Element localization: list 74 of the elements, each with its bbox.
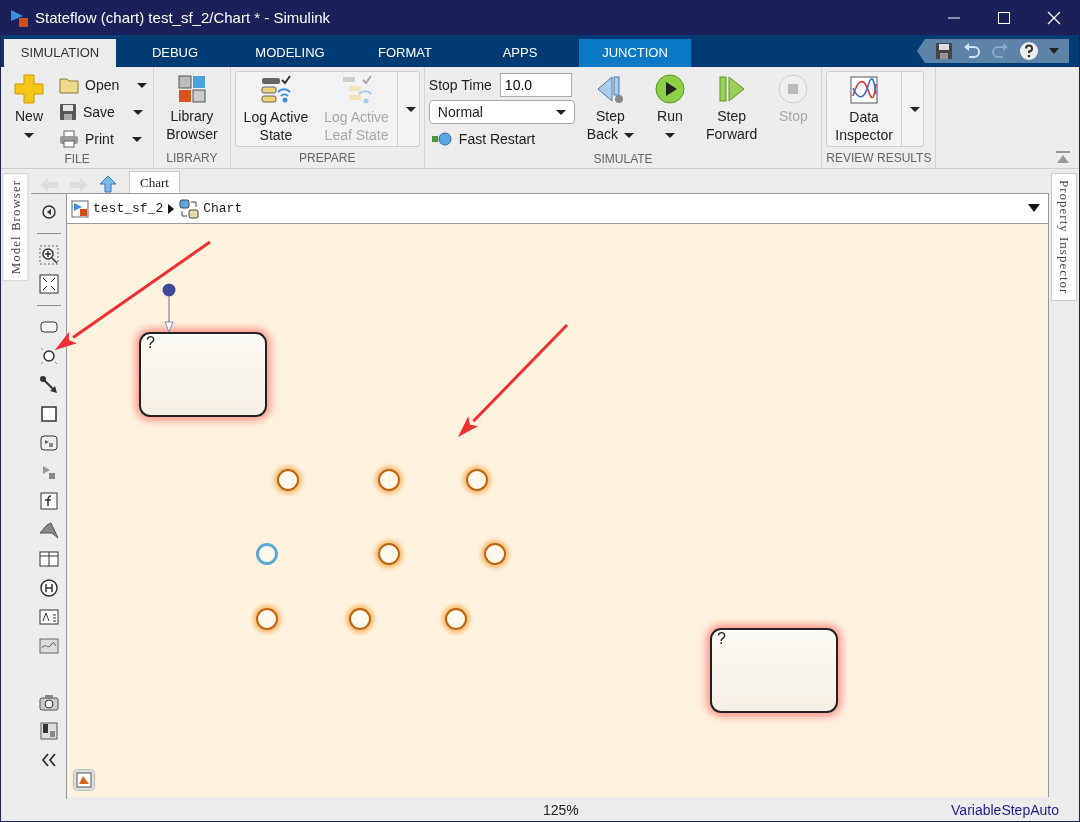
side-panel-tab[interactable]: Model Browser	[3, 173, 29, 282]
up-icon[interactable]	[99, 175, 117, 193]
image-tool-icon[interactable]	[38, 636, 59, 656]
zoom-level: 125%	[543, 800, 579, 820]
history-junction-icon[interactable]	[38, 578, 59, 598]
ribbon-button[interactable]: Library Browser	[158, 71, 226, 145]
camera-icon[interactable]	[38, 692, 59, 712]
model-icon	[71, 199, 89, 218]
fit-view-icon[interactable]	[38, 274, 59, 294]
group-title: LIBRARY	[165, 150, 219, 167]
ribbon-button[interactable]: Save	[57, 100, 150, 124]
ribbon-tab[interactable]: MODELING	[234, 39, 346, 67]
explorer-bar-icon[interactable]	[73, 769, 95, 791]
window-title: Stateflow (chart) test_sf_2/Chart * - Simulink	[35, 7, 331, 28]
library-icon	[175, 73, 208, 105]
close-icon[interactable]	[1047, 11, 1061, 25]
chart-icon	[848, 74, 881, 106]
ribbon-button[interactable]: Data Inspector	[827, 72, 901, 146]
model-data-icon[interactable]	[38, 721, 59, 741]
ribbon-tab[interactable]: SIMULATION	[4, 39, 116, 67]
log-list-icon	[259, 74, 292, 106]
side-panel-tab[interactable]: Property Inspector	[1051, 173, 1077, 302]
ribbon-button[interactable]: Fast Restart	[428, 127, 575, 151]
annotation-tool-icon[interactable]	[38, 607, 59, 627]
save-icon[interactable]	[935, 42, 953, 60]
transition-tool-icon[interactable]	[38, 375, 59, 395]
group-title: REVIEW RESULTS	[826, 150, 932, 167]
truth-table-icon[interactable]	[38, 549, 59, 569]
ribbon-button[interactable]: New	[5, 71, 53, 145]
ribbon-button[interactable]: Run	[645, 71, 694, 145]
printer-icon	[59, 130, 79, 148]
ribbon-button[interactable]: Step Back	[578, 71, 642, 145]
state-label: ?	[146, 334, 155, 352]
undo-icon[interactable]	[963, 42, 981, 60]
matlab-function-icon[interactable]	[38, 520, 59, 540]
folder-icon	[59, 76, 79, 94]
breadcrumb-link[interactable]: test_sf_2	[93, 198, 164, 219]
group-title: PREPARE	[298, 150, 357, 167]
field-label: Stop Time	[428, 75, 492, 95]
group-title: SIMULATE	[592, 151, 654, 168]
ribbon-button[interactable]: Step Forward	[697, 71, 766, 145]
help-icon[interactable]	[1019, 41, 1039, 61]
dropdown-caret-icon[interactable]	[1028, 204, 1040, 213]
zoom-in-icon[interactable]	[38, 245, 59, 265]
mode-dropdown[interactable]: Normal	[428, 100, 575, 124]
junction-tool-icon[interactable]	[38, 346, 59, 366]
app-logo-icon	[9, 8, 29, 28]
ribbon-button[interactable]: Print	[57, 127, 150, 151]
stop-icon	[777, 73, 810, 105]
function-tool-icon[interactable]	[38, 491, 59, 511]
play-icon	[653, 73, 686, 105]
state-label: ?	[717, 630, 726, 648]
ribbon-tab[interactable]: JUNCTION	[579, 39, 691, 67]
stop-time-field[interactable]: 10.0	[499, 73, 572, 97]
maximize-icon[interactable]	[997, 11, 1011, 25]
ribbon-tab[interactable]: APPS	[464, 39, 576, 67]
ribbon-button[interactable]: Log Active State	[235, 72, 317, 146]
separator-arrow-icon	[167, 202, 176, 215]
ribbon-tab[interactable]: DEBUG	[119, 39, 231, 67]
ribbon-button[interactable]: Open	[57, 73, 150, 97]
chart-icon	[179, 198, 200, 219]
editor-tab[interactable]: Chart	[129, 170, 180, 193]
caret-icon[interactable]	[1049, 48, 1059, 54]
breadcrumb-link[interactable]: Chart	[203, 198, 243, 219]
box-tool-icon[interactable]	[38, 404, 59, 424]
plus-icon	[13, 73, 45, 105]
solver-label: VariableStepAuto	[951, 800, 1059, 820]
save-icon	[59, 103, 77, 121]
group-title: FILE	[63, 151, 91, 168]
default-transition	[162, 283, 176, 333]
subchart-tool-icon[interactable]	[38, 433, 59, 453]
ribbon-tab[interactable]: FORMAT	[349, 39, 461, 67]
fast-restart-icon	[430, 131, 453, 147]
log-tree-icon	[340, 74, 373, 106]
